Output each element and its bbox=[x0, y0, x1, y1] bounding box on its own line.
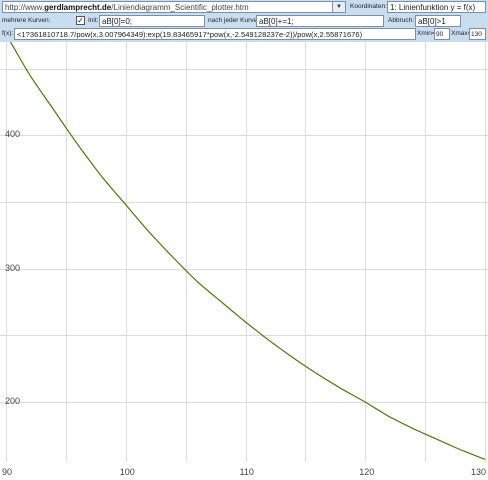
x-tick-label: 100 bbox=[119, 467, 135, 477]
after-each-curve-label: nach jeder Kurve: bbox=[208, 17, 259, 24]
after-each-curve-value: aB[0]+=1; bbox=[259, 17, 294, 26]
after-each-curve-input[interactable]: aB[0]+=1; bbox=[256, 15, 384, 27]
abort-input[interactable]: aB[0]>1 bbox=[415, 15, 461, 27]
url-field[interactable]: http://www.gerdlamprecht.de/Liniendiagra… bbox=[2, 1, 346, 13]
y-tick-label: 200 bbox=[5, 396, 21, 406]
y-tick-label: 300 bbox=[5, 262, 21, 273]
plot-area bbox=[0, 33, 488, 462]
curve-series bbox=[5, 33, 486, 460]
x-tick-label: 130 bbox=[471, 467, 487, 477]
chevron-down-icon[interactable]: ▼ bbox=[332, 2, 345, 12]
x-tick-label: 110 bbox=[239, 467, 254, 477]
curve-line bbox=[5, 33, 486, 460]
y-tick-label: 400 bbox=[5, 129, 21, 140]
abort-value: aB[0]>1 bbox=[418, 17, 446, 26]
toolbar: http://www.gerdlamprecht.de/Liniendiagra… bbox=[0, 0, 488, 42]
fx-input[interactable]: <1?361810718.7/pow(x,3.007964349):exp(19… bbox=[14, 28, 416, 40]
coordinates-select[interactable]: 1: Linienfunktion y = f(x) bbox=[387, 1, 486, 13]
x-tick-label: 90 bbox=[2, 467, 13, 477]
xmax-value: 130 bbox=[471, 31, 482, 38]
abort-label: Abbruch: bbox=[388, 17, 415, 24]
xmin-value: 90 bbox=[436, 31, 444, 38]
xmax-input[interactable]: 130 bbox=[469, 28, 486, 40]
multi-curves-label: mehrere Kurven: bbox=[2, 17, 51, 24]
xmin-label: Xmin= bbox=[417, 30, 436, 37]
url-domain: gerdlamprecht.de bbox=[44, 3, 112, 12]
xmin-input[interactable]: 90 bbox=[434, 28, 450, 40]
coordinates-label: Koordinaten: bbox=[350, 3, 387, 10]
init-value: aB[0]=0; bbox=[102, 17, 133, 26]
multi-curves-checkbox[interactable]: ✓ bbox=[76, 16, 85, 25]
fx-value: <1?361810718.7/pow(x,3.007964349):exp(19… bbox=[17, 30, 363, 39]
url-prefix: http://www. bbox=[5, 3, 45, 12]
init-input[interactable]: aB[0]=0; bbox=[99, 15, 205, 27]
fx-label: f(x): bbox=[2, 30, 14, 37]
grid-lines bbox=[0, 42, 488, 462]
x-tick-label: 120 bbox=[359, 467, 375, 477]
url-path: /Liniendiagramm_Scientific_plotter.htm bbox=[111, 3, 249, 12]
coordinates-value: 1: Linienfunktion y = f(x) bbox=[390, 3, 476, 12]
init-label: Init: bbox=[88, 17, 99, 24]
